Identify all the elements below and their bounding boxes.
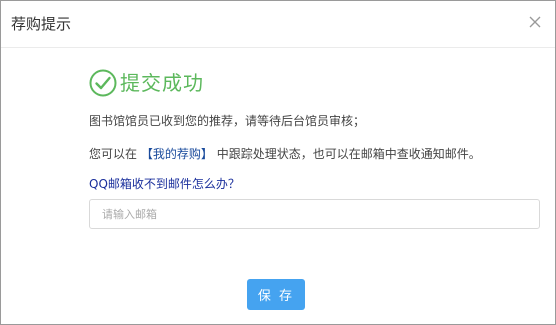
notice-line-2: 您可以在 【我的荐购】 中跟踪处理状态，也可以在邮箱中查收通知邮件。 [89,146,481,162]
notice-line-2-suffix: 中跟踪处理状态，也可以在邮箱中查收通知邮件。 [216,147,481,161]
close-icon[interactable] [527,14,543,30]
notice-line-1: 图书馆馆员已收到您的推荐，请等待后台馆员审核； [89,114,366,128]
email-field[interactable] [89,199,540,229]
qq-mail-help-link[interactable]: QQ邮箱收不到邮件怎么办？ [89,176,240,192]
notice-line-2-prefix: 您可以在 [89,147,138,161]
recommend-dialog: 荐购提示 提交成功 图书馆馆员已收到您的推荐，请等待后台馆员审核； 您可以在 【… [0,0,556,325]
success-text: 提交成功 [120,71,204,95]
dialog-title: 荐购提示 [11,15,72,33]
success-message: 提交成功 [89,68,204,98]
check-circle-icon [89,69,117,97]
save-button[interactable]: 保 存 [247,279,305,310]
my-recommendations-link[interactable]: 【我的荐购】 [141,147,213,161]
dialog-header: 荐购提示 [1,1,555,48]
